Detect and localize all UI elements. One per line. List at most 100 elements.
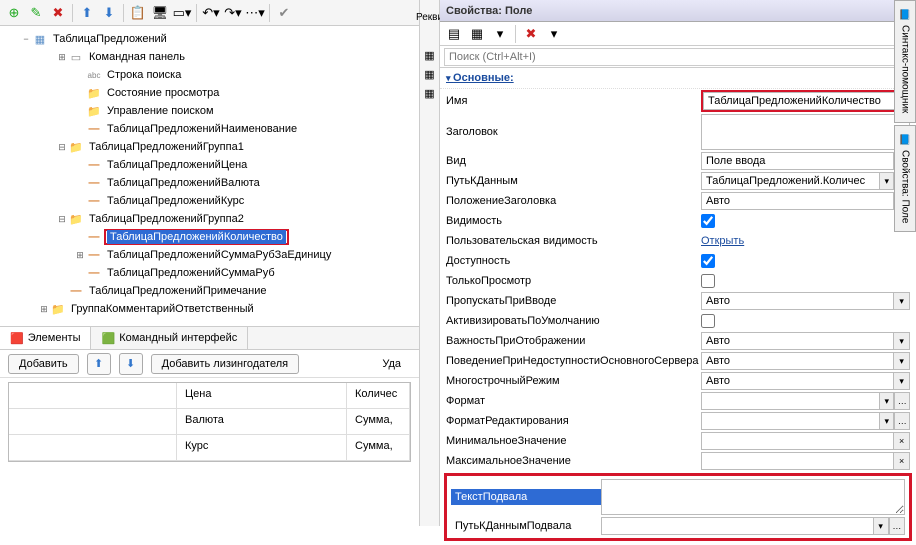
tree-node[interactable]: Строка поиска (104, 68, 184, 82)
expand-icon[interactable]: ⊞ (38, 304, 50, 315)
prop-label: ВажностьПриОтображении (446, 335, 701, 347)
tree-node[interactable]: Командная панель (86, 50, 188, 64)
tree-node[interactable]: ТаблицаПредложенийГруппа2 (86, 212, 247, 226)
dropdown-icon[interactable]: ▾ (879, 392, 895, 410)
prop-combo[interactable] (701, 332, 893, 350)
stub-icon: ▦ (424, 49, 434, 62)
tree-node[interactable]: ТаблицаПредложенийВалюта (104, 176, 263, 190)
tree-node[interactable]: Управление поиском (104, 104, 217, 118)
tree-node[interactable]: ТаблицаПредложенийСуммаРуб (104, 266, 278, 280)
prop-combo[interactable] (701, 392, 879, 410)
expand-icon[interactable]: ⊞ (56, 52, 68, 63)
prop-checkbox[interactable] (701, 214, 715, 228)
tree-node[interactable]: ТаблицаПредложенийГруппа1 (86, 140, 247, 154)
prop-label: ПоложениеЗаголовка (446, 195, 701, 207)
edit-icon[interactable]: ✎ (26, 3, 46, 23)
prop-label: Формат (446, 395, 701, 407)
properties-panel: Свойства: Поле ✕ ▤ ▦ ▾ ✖ ▾ Основные: Имя… (440, 0, 916, 545)
doc-icon[interactable]: ▭▾ (172, 3, 192, 23)
search-input[interactable] (444, 48, 912, 66)
expand-icon[interactable]: ⊟ (56, 142, 68, 153)
prop-combo[interactable] (701, 372, 893, 390)
move-up-button[interactable]: ⬆ (87, 353, 111, 375)
prop-combo[interactable] (701, 292, 893, 310)
prop-combo[interactable] (701, 172, 879, 190)
prop-label: ТолькоПросмотр (446, 275, 701, 287)
prop-input[interactable] (701, 452, 893, 470)
prop-checkbox[interactable] (701, 314, 715, 328)
prop-label: Имя (446, 95, 701, 107)
main-toolbar: ⊕ ✎ ✖ ⬆ ⬇ 📋 🖥 ▭▾ ↶▾ ↷▾ ⋯▾ ✔ (0, 0, 419, 26)
prop-label: Видимость (446, 215, 701, 227)
dropdown-icon[interactable]: ▾ (879, 412, 895, 430)
prop-link[interactable]: Открыть (701, 235, 744, 247)
stub-tab[interactable]: Рекви (416, 12, 443, 23)
prop-checkbox[interactable] (701, 254, 715, 268)
prop-label: МаксимальноеЗначение (446, 455, 701, 467)
dropdown-icon[interactable]: ▾ (873, 517, 889, 535)
tree-node[interactable]: ГруппаКомментарийОтветственный (68, 302, 257, 316)
grid-cell: Курс (177, 435, 347, 460)
side-tabs: 📘Синтакс-помощник📘Свойства: Поле (894, 0, 916, 526)
action-row: Добавить ⬆ ⬇ Добавить лизингодателя Уда (0, 350, 419, 378)
delete-button[interactable]: Уда (372, 355, 411, 373)
grid-cell: Сумма, (347, 435, 410, 460)
prop-checkbox[interactable] (701, 274, 715, 288)
tree-node[interactable]: ТаблицаПредложенийНаименование (104, 122, 300, 136)
tree-node[interactable]: Состояние просмотра (104, 86, 222, 100)
expand-icon[interactable]: ⊞ (74, 250, 86, 261)
tree-root[interactable]: ТаблицаПредложений (50, 32, 170, 46)
add-lessor-button[interactable]: Добавить лизингодателя (151, 354, 299, 374)
dropdown-icon[interactable]: ▾ (879, 172, 895, 190)
tree-node[interactable]: ТаблицаПредложенийЦена (104, 158, 250, 172)
footer-highlight-box: ТекстПодвалаПутьКДаннымПодвала▾… (444, 473, 912, 541)
copy-icon[interactable]: 📋 (128, 3, 148, 23)
dd-icon[interactable]: ▾ (544, 24, 564, 44)
props-toolbar: ▤ ▦ ▾ ✖ ▾ (440, 22, 916, 46)
tree-node[interactable]: ТаблицаПредложенийКоличество (107, 230, 286, 244)
tab-Командный интерфейс[interactable]: 🟩Командный интерфейс (91, 327, 248, 349)
grid-header: Количес (347, 383, 410, 408)
expand-icon[interactable]: ▾ (490, 24, 510, 44)
side-tab[interactable]: 📘Синтакс-помощник (894, 0, 916, 123)
add-button[interactable]: Добавить (8, 354, 79, 374)
prop-label: ПоведениеПриНедоступностиОсновногоСервер… (446, 355, 701, 367)
right-panel: Свойства: Поле ✕ ▤ ▦ ▾ ✖ ▾ Основные: Имя… (440, 0, 916, 526)
move-down-button[interactable]: ⬇ (119, 353, 143, 375)
more-icon[interactable]: ⋯▾ (245, 3, 265, 23)
up-icon[interactable]: ⬆ (77, 3, 97, 23)
tab-Элементы[interactable]: 🟥Элементы (0, 327, 91, 349)
expand-icon[interactable]: ⊟ (56, 214, 68, 225)
book-icon: 📘 (900, 134, 911, 146)
prop-label: Заголовок (446, 126, 701, 138)
prop-label: АктивизироватьПоУмолчанию (446, 315, 701, 327)
prop-combo[interactable] (701, 412, 879, 430)
tree-node[interactable]: ТаблицаПредложенийСуммаРубЗаЕдиницу (104, 248, 334, 262)
prop-combo[interactable] (701, 152, 893, 170)
screen-icon[interactable]: 🖥 (150, 3, 170, 23)
prop-textarea[interactable] (601, 479, 905, 515)
filter-icon[interactable]: ▦ (467, 24, 487, 44)
clear-icon[interactable]: ✖ (521, 24, 541, 44)
sort-icon[interactable]: ▤ (444, 24, 464, 44)
tree-node[interactable]: ТаблицаПредложенийКурс (104, 194, 247, 208)
grid-header (9, 383, 177, 408)
prop-textarea[interactable] (701, 114, 910, 150)
prop-input[interactable] (701, 432, 893, 450)
side-tab[interactable]: 📘Свойства: Поле (894, 125, 916, 233)
tree-node[interactable]: ТаблицаПредложенийПримечание (86, 284, 270, 298)
prop-combo[interactable] (701, 352, 893, 370)
prop-input[interactable] (703, 92, 908, 110)
prop-label: МинимальноеЗначение (446, 435, 701, 447)
down-icon[interactable]: ⬇ (99, 3, 119, 23)
add-icon[interactable]: ⊕ (4, 3, 24, 23)
check-icon[interactable]: ✔ (274, 3, 294, 23)
redo-icon[interactable]: ↷▾ (223, 3, 243, 23)
prop-label: ПутьКДанным (446, 175, 701, 187)
prop-label: ФорматРедактирования (446, 415, 701, 427)
delete-icon[interactable]: ✖ (48, 3, 68, 23)
undo-icon[interactable]: ↶▾ (201, 3, 221, 23)
prop-combo[interactable] (701, 192, 893, 210)
prop-combo[interactable] (601, 517, 873, 535)
section-header[interactable]: Основные: (440, 68, 916, 89)
